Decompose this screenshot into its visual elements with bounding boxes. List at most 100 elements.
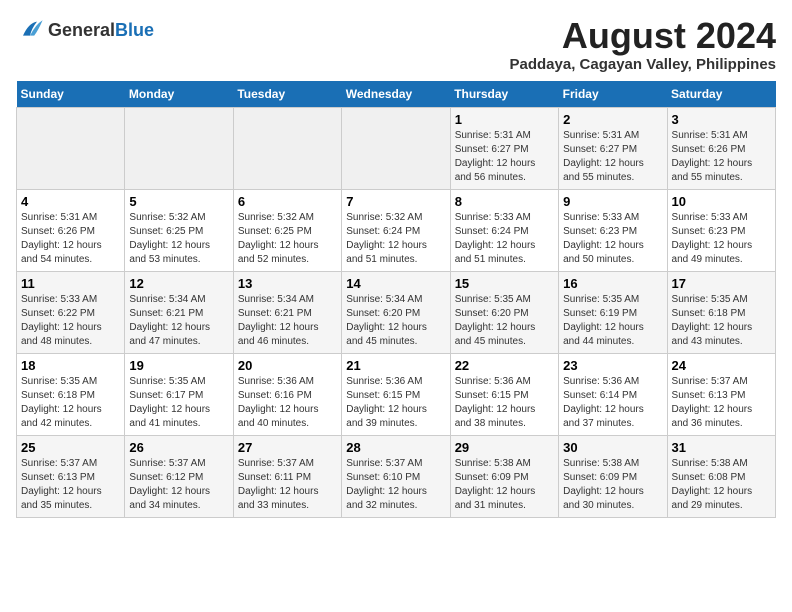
weekday-header-wednesday: Wednesday <box>342 81 450 108</box>
day-number: 30 <box>563 440 662 455</box>
calendar-cell: 18Sunrise: 5:35 AM Sunset: 6:18 PM Dayli… <box>17 353 125 435</box>
calendar-cell <box>125 107 233 189</box>
calendar-cell: 31 Sunrise: 5:38 AM Sunset: 6:08 PM Dayli… <box>667 435 775 517</box>
month-year-title: August 2024 <box>510 16 777 56</box>
calendar-cell: 30 Sunrise: 5:38 AM Sunset: 6:09 PM Dayli… <box>559 435 667 517</box>
calendar-week-1: 1 Sunrise: 5:31 AM Sunset: 6:27 PM Daylig… <box>17 107 776 189</box>
calendar-cell: 1 Sunrise: 5:31 AM Sunset: 6:27 PM Daylig… <box>450 107 558 189</box>
day-number: 4 <box>21 194 120 209</box>
weekday-header-thursday: Thursday <box>450 81 558 108</box>
weekday-header-tuesday: Tuesday <box>233 81 341 108</box>
calendar-cell: 4 Sunrise: 5:31 AM Sunset: 6:26 PM Daylig… <box>17 189 125 271</box>
day-info: Sunrise: 5:34 AM Sunset: 6:20 PM Dayligh… <box>346 293 445 349</box>
weekday-header-friday: Friday <box>559 81 667 108</box>
calendar-cell: 20 Sunrise: 5:36 AM Sunset: 6:16 PM Dayli… <box>233 353 341 435</box>
calendar-cell: 11 Sunrise: 5:33 AM Sunset: 6:22 PM Dayli… <box>17 271 125 353</box>
day-info: Sunrise: 5:36 AM Sunset: 6:16 PM Dayligh… <box>238 375 337 431</box>
calendar-cell: 16 Sunrise: 5:35 AM Sunset: 6:19 PM Dayli… <box>559 271 667 353</box>
calendar-cell: 13 Sunrise: 5:34 AM Sunset: 6:21 PM Dayli… <box>233 271 341 353</box>
day-number: 5 <box>129 194 228 209</box>
calendar-cell: 7 Sunrise: 5:32 AM Sunset: 6:24 PM Daylig… <box>342 189 450 271</box>
weekday-header-saturday: Saturday <box>667 81 775 108</box>
calendar-cell <box>233 107 341 189</box>
calendar-header: SundayMondayTuesdayWednesdayThursdayFrid… <box>17 81 776 108</box>
day-info: Sunrise: 5:33 AM Sunset: 6:23 PM Dayligh… <box>672 211 771 267</box>
calendar-cell: 10 Sunrise: 5:33 AM Sunset: 6:23 PM Dayli… <box>667 189 775 271</box>
day-info: Sunrise: 5:38 AM Sunset: 6:08 PM Dayligh… <box>672 457 771 513</box>
day-number: 16 <box>563 276 662 291</box>
calendar-cell: 26Sunrise: 5:37 AM Sunset: 6:12 PM Dayli… <box>125 435 233 517</box>
day-info: Sunrise: 5:31 AM Sunset: 6:27 PM Dayligh… <box>563 129 662 185</box>
calendar-cell: 14 Sunrise: 5:34 AM Sunset: 6:20 PM Dayli… <box>342 271 450 353</box>
day-info: Sunrise: 5:35 AM Sunset: 6:18 PM Dayligh… <box>672 293 771 349</box>
calendar-cell: 6Sunrise: 5:32 AM Sunset: 6:25 PM Daylig… <box>233 189 341 271</box>
calendar-cell: 2Sunrise: 5:31 AM Sunset: 6:27 PM Daylig… <box>559 107 667 189</box>
day-number: 20 <box>238 358 337 373</box>
logo-icon <box>16 16 44 44</box>
day-info: Sunrise: 5:36 AM Sunset: 6:14 PM Dayligh… <box>563 375 662 431</box>
day-number: 31 <box>672 440 771 455</box>
calendar-week-5: 25 Sunrise: 5:37 AM Sunset: 6:13 PM Dayli… <box>17 435 776 517</box>
calendar-week-3: 11 Sunrise: 5:33 AM Sunset: 6:22 PM Dayli… <box>17 271 776 353</box>
day-number: 7 <box>346 194 445 209</box>
day-number: 6 <box>238 194 337 209</box>
day-info: Sunrise: 5:37 AM Sunset: 6:13 PM Dayligh… <box>21 457 120 513</box>
calendar-cell: 17Sunrise: 5:35 AM Sunset: 6:18 PM Dayli… <box>667 271 775 353</box>
page-header: GeneralBlue August 2024 Paddaya, Cagayan… <box>16 16 776 73</box>
calendar-cell: 25 Sunrise: 5:37 AM Sunset: 6:13 PM Dayli… <box>17 435 125 517</box>
day-info: Sunrise: 5:35 AM Sunset: 6:17 PM Dayligh… <box>129 375 228 431</box>
day-info: Sunrise: 5:33 AM Sunset: 6:23 PM Dayligh… <box>563 211 662 267</box>
calendar-cell: 9 Sunrise: 5:33 AM Sunset: 6:23 PM Daylig… <box>559 189 667 271</box>
calendar-cell: 21Sunrise: 5:36 AM Sunset: 6:15 PM Dayli… <box>342 353 450 435</box>
day-info: Sunrise: 5:37 AM Sunset: 6:11 PM Dayligh… <box>238 457 337 513</box>
day-info: Sunrise: 5:35 AM Sunset: 6:19 PM Dayligh… <box>563 293 662 349</box>
calendar-cell: 5 Sunrise: 5:32 AM Sunset: 6:25 PM Daylig… <box>125 189 233 271</box>
day-number: 10 <box>672 194 771 209</box>
day-number: 26 <box>129 440 228 455</box>
day-number: 24 <box>672 358 771 373</box>
day-info: Sunrise: 5:36 AM Sunset: 6:15 PM Dayligh… <box>455 375 554 431</box>
day-number: 11 <box>21 276 120 291</box>
day-info: Sunrise: 5:32 AM Sunset: 6:24 PM Dayligh… <box>346 211 445 267</box>
day-number: 9 <box>563 194 662 209</box>
day-number: 18 <box>21 358 120 373</box>
calendar-cell <box>342 107 450 189</box>
location-subtitle: Paddaya, Cagayan Valley, Philippines <box>510 56 777 73</box>
day-number: 19 <box>129 358 228 373</box>
calendar-cell: 29Sunrise: 5:38 AM Sunset: 6:09 PM Dayli… <box>450 435 558 517</box>
title-block: August 2024 Paddaya, Cagayan Valley, Phi… <box>510 16 777 73</box>
weekday-header-sunday: Sunday <box>17 81 125 108</box>
day-number: 14 <box>346 276 445 291</box>
day-number: 13 <box>238 276 337 291</box>
day-info: Sunrise: 5:38 AM Sunset: 6:09 PM Dayligh… <box>563 457 662 513</box>
calendar-week-4: 18Sunrise: 5:35 AM Sunset: 6:18 PM Dayli… <box>17 353 776 435</box>
day-info: Sunrise: 5:35 AM Sunset: 6:20 PM Dayligh… <box>455 293 554 349</box>
day-info: Sunrise: 5:32 AM Sunset: 6:25 PM Dayligh… <box>129 211 228 267</box>
day-number: 23 <box>563 358 662 373</box>
calendar-cell: 28Sunrise: 5:37 AM Sunset: 6:10 PM Dayli… <box>342 435 450 517</box>
day-info: Sunrise: 5:36 AM Sunset: 6:15 PM Dayligh… <box>346 375 445 431</box>
day-info: Sunrise: 5:33 AM Sunset: 6:22 PM Dayligh… <box>21 293 120 349</box>
calendar-cell <box>17 107 125 189</box>
day-number: 1 <box>455 112 554 127</box>
calendar-cell: 3Sunrise: 5:31 AM Sunset: 6:26 PM Daylig… <box>667 107 775 189</box>
logo-text: GeneralBlue <box>48 20 154 41</box>
day-info: Sunrise: 5:31 AM Sunset: 6:27 PM Dayligh… <box>455 129 554 185</box>
day-info: Sunrise: 5:33 AM Sunset: 6:24 PM Dayligh… <box>455 211 554 267</box>
calendar-cell: 24Sunrise: 5:37 AM Sunset: 6:13 PM Dayli… <box>667 353 775 435</box>
day-info: Sunrise: 5:34 AM Sunset: 6:21 PM Dayligh… <box>238 293 337 349</box>
calendar-cell: 22 Sunrise: 5:36 AM Sunset: 6:15 PM Dayli… <box>450 353 558 435</box>
day-number: 25 <box>21 440 120 455</box>
day-number: 27 <box>238 440 337 455</box>
calendar-cell: 15 Sunrise: 5:35 AM Sunset: 6:20 PM Dayli… <box>450 271 558 353</box>
logo: GeneralBlue <box>16 16 154 44</box>
day-info: Sunrise: 5:37 AM Sunset: 6:10 PM Dayligh… <box>346 457 445 513</box>
day-info: Sunrise: 5:31 AM Sunset: 6:26 PM Dayligh… <box>21 211 120 267</box>
day-number: 3 <box>672 112 771 127</box>
day-number: 22 <box>455 358 554 373</box>
calendar-cell: 23 Sunrise: 5:36 AM Sunset: 6:14 PM Dayli… <box>559 353 667 435</box>
day-number: 15 <box>455 276 554 291</box>
weekday-header-monday: Monday <box>125 81 233 108</box>
calendar-cell: 12Sunrise: 5:34 AM Sunset: 6:21 PM Dayli… <box>125 271 233 353</box>
day-info: Sunrise: 5:38 AM Sunset: 6:09 PM Dayligh… <box>455 457 554 513</box>
